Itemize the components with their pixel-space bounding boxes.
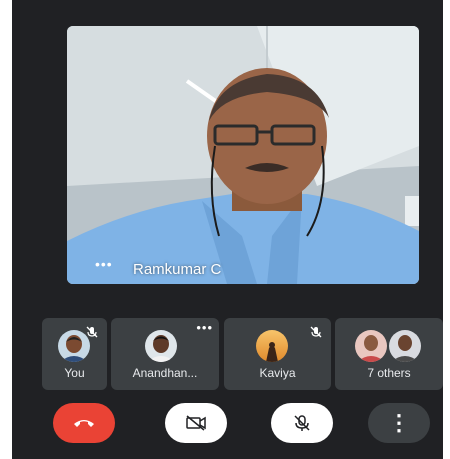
participant-options-button[interactable]: ••• (196, 320, 213, 335)
mic-off-icon (310, 325, 322, 343)
mic-off-icon (86, 325, 98, 343)
participant-tile-anandhan[interactable]: ••• Anandhan... (111, 318, 219, 390)
avatar (145, 330, 177, 362)
video-off-icon (186, 415, 206, 431)
participant-tile-others[interactable]: 7 others (335, 318, 443, 390)
toggle-camera-button[interactable] (165, 403, 227, 443)
participant-tile-kaviya[interactable]: Kaviya (224, 318, 331, 390)
end-call-button[interactable] (53, 403, 115, 443)
mic-off-icon (294, 415, 310, 431)
main-video-options-button[interactable]: ••• (95, 256, 113, 272)
meet-call-screen: ••• Ramkumar C You ••• Anandhan... Kaviy… (12, 0, 443, 459)
toggle-mic-button[interactable] (271, 403, 333, 443)
more-vert-icon: ⋮ (388, 410, 410, 435)
participant-name: 7 others (367, 366, 411, 380)
participant-name: Kaviya (259, 366, 296, 380)
speaker-video-feed (67, 26, 419, 284)
participant-tile-you[interactable]: You (42, 318, 107, 390)
main-video-participant-name: Ramkumar C (133, 261, 222, 278)
more-options-button[interactable]: ⋮ (368, 403, 430, 443)
avatar (256, 330, 288, 362)
participant-name: You (64, 366, 85, 380)
avatar (355, 330, 387, 362)
main-video-tile[interactable]: ••• Ramkumar C (67, 26, 419, 284)
phone-hangup-icon (74, 420, 94, 427)
avatar (389, 330, 421, 362)
participant-name: Anandhan... (132, 366, 198, 380)
